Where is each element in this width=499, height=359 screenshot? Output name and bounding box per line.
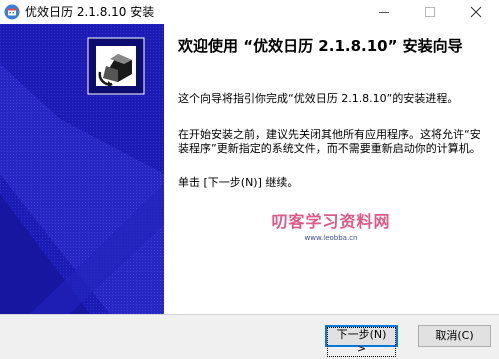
calendar-app-icon [4,4,20,20]
button-bar: 下一步(N) > 取消(C) [0,315,499,359]
intro-paragraph: 这个向导将指引你完成“优效日历 2.1.8.10”的安装进程。 [178,92,459,105]
installer-box-icon [87,37,145,95]
window-title: 优效日历 2.1.8.10 安装 [25,5,155,19]
close-button[interactable] [453,0,499,24]
welcome-content: 欢迎使用 “优效日历 2.1.8.10” 安装向导 这个向导将指引你完成“优效日… [164,24,499,314]
welcome-banner [0,24,164,314]
title-bar[interactable]: 优效日历 2.1.8.10 安装 [0,0,499,24]
close-icon [470,6,482,18]
watermark-url: www.leobba.cn [304,234,358,242]
next-button[interactable]: 下一步(N) > [325,325,398,357]
maximize-icon [425,7,435,17]
cancel-button[interactable]: 取消(C) [418,325,491,347]
minimize-button[interactable] [361,0,407,24]
close-apps-paragraph: 在开始安装之前，建议先关闭其他所有应用程序。这将允许“安装程序”更新指定的系统文… [178,128,481,155]
maximize-button[interactable] [407,0,453,24]
minimize-icon [379,12,389,13]
next-button-label: 下一步(N) > [327,327,396,357]
welcome-heading: 欢迎使用 “优效日历 2.1.8.10” 安装向导 [178,37,463,55]
continue-instruction: 单击 [下一步(N)] 继续。 [178,176,299,189]
watermark-text: 叨客学习资料网 [271,212,391,231]
banner-artwork [0,24,164,314]
watermark: 叨客学习资料网 www.leobba.cn [266,212,396,243]
